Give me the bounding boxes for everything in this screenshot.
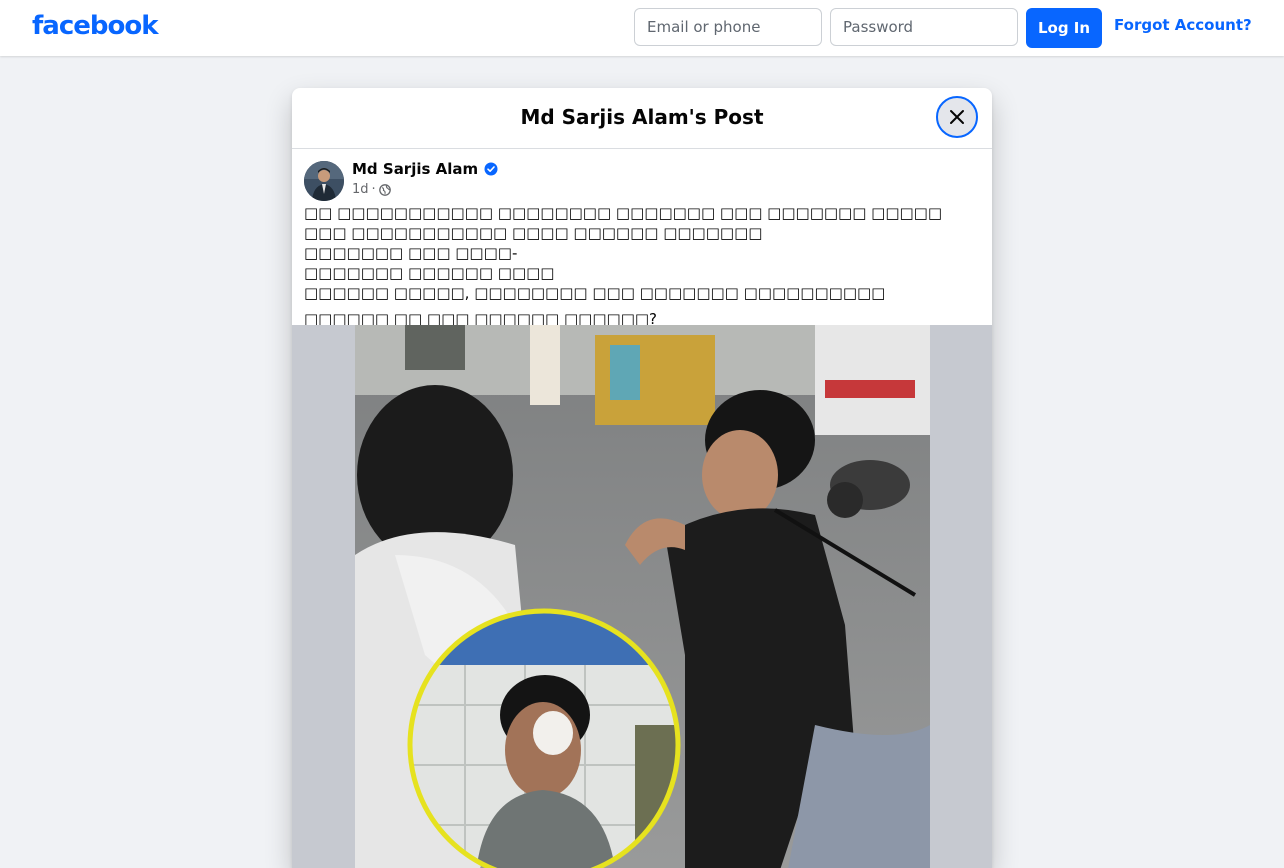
dialog-header: Md Sarjis Alam's Post bbox=[292, 88, 992, 149]
post-text-line: □□□□□□□ □□□ □□□□- bbox=[304, 244, 518, 262]
meta-separator: · bbox=[371, 182, 376, 197]
dialog-title: Md Sarjis Alam's Post bbox=[520, 105, 764, 129]
top-navigation-bar: facebook Log In Forgot Account? bbox=[0, 0, 1284, 56]
globe-icon bbox=[378, 183, 391, 196]
avatar-photo bbox=[304, 161, 344, 201]
post-text-line: □□ □□□□□□□□□□□ □□□□□□□□ □□□□□□□ □□□ □□□□… bbox=[304, 204, 943, 242]
verified-badge-icon bbox=[484, 162, 498, 176]
forgot-account-link[interactable]: Forgot Account? bbox=[1114, 16, 1252, 34]
log-in-button[interactable]: Log In bbox=[1026, 8, 1102, 48]
author-avatar[interactable] bbox=[304, 161, 344, 201]
close-dialog-button[interactable] bbox=[936, 96, 978, 138]
email-or-phone-input[interactable] bbox=[634, 8, 822, 46]
post-meta: 1d · bbox=[352, 182, 391, 197]
post-header: Md Sarjis Alam 1d · bbox=[292, 149, 992, 205]
post-timestamp[interactable]: 1d bbox=[352, 182, 369, 197]
street-scene-image bbox=[355, 325, 930, 868]
post-dialog: Md Sarjis Alam's Post Md Sarjis Alam 1d bbox=[292, 88, 992, 868]
post-media[interactable] bbox=[292, 325, 992, 868]
author-name[interactable]: Md Sarjis Alam bbox=[352, 160, 478, 178]
close-icon bbox=[950, 110, 964, 124]
facebook-logo[interactable]: facebook bbox=[32, 11, 159, 41]
post-photo[interactable] bbox=[355, 325, 930, 868]
post-text-line: □□□□□□ □□□□□, □□□□□□□□ □□□ □□□□□□□ □□□□□… bbox=[304, 284, 886, 302]
post-text: □□ □□□□□□□□□□□ □□□□□□□□ □□□□□□□ □□□ □□□□… bbox=[292, 197, 992, 328]
post-text-line: □□□□□□□ □□□□□□ □□□□ bbox=[304, 264, 555, 282]
password-input[interactable] bbox=[830, 8, 1018, 46]
